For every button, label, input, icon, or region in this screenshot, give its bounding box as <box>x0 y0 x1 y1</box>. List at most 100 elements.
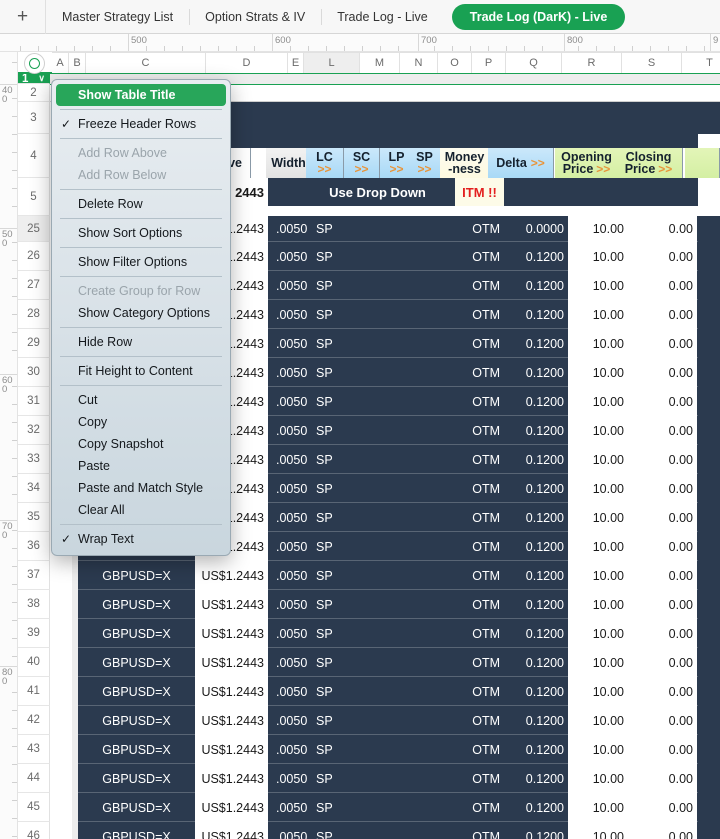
cell-symbol[interactable]: GBPUSD=X <box>78 735 195 764</box>
cell-opening-price[interactable]: 10.00 <box>568 532 628 561</box>
column-header-T[interactable]: T <box>682 52 720 73</box>
cell-symbol[interactable]: GBPUSD=X <box>78 561 195 590</box>
cell-closing-price[interactable]: 0.00 <box>628 300 697 329</box>
cell-sp[interactable] <box>420 735 455 764</box>
column-header-Q[interactable]: Q <box>506 52 562 73</box>
cell-delta[interactable]: 0.1200 <box>504 619 568 648</box>
menu-item-freeze-header-rows[interactable]: ✓ Freeze Header Rows <box>52 113 230 135</box>
column-header-R[interactable]: R <box>562 52 622 73</box>
sort-arrow-icon[interactable]: >> <box>354 163 368 175</box>
cell-tail[interactable] <box>697 271 720 300</box>
cell-sp[interactable] <box>420 648 455 677</box>
cell-width[interactable]: .0050 <box>272 387 312 416</box>
cell-legs[interactable]: SP <box>312 474 420 503</box>
row-header-44[interactable]: 44 <box>18 764 50 793</box>
cell-legs[interactable]: SP <box>312 271 420 300</box>
cell-width[interactable]: .0050 <box>272 474 312 503</box>
row-header-1[interactable]: 1 ∨ <box>18 74 50 85</box>
column-header-O[interactable]: O <box>438 52 472 73</box>
cell-legs[interactable]: SP <box>312 532 420 561</box>
cell-width[interactable]: .0050 <box>272 706 312 735</box>
cell-symbol[interactable]: GBPUSD=X <box>78 619 195 648</box>
cell-moneyness[interactable]: OTM <box>455 735 504 764</box>
cell-delta[interactable]: 0.1200 <box>504 387 568 416</box>
cell-tail[interactable] <box>697 300 720 329</box>
menu-item-show-sort-options[interactable]: Show Sort Options <box>52 222 230 244</box>
cell-delta[interactable]: 0.1200 <box>504 474 568 503</box>
menu-item-clear-all[interactable]: Clear All <box>52 499 230 521</box>
cell-delta[interactable]: 0.1200 <box>504 329 568 358</box>
row-context-menu[interactable]: Show Table Title ✓ Freeze Header Rows Add R… <box>51 79 231 556</box>
row-header-38[interactable]: 38 <box>18 590 50 619</box>
row-header-2[interactable]: 2 <box>18 84 50 102</box>
column-header-cell-sp[interactable]: SP >> <box>408 148 442 178</box>
cell-legs[interactable]: SP <box>312 329 420 358</box>
row-header-29[interactable]: 29 <box>18 329 50 358</box>
cell-width[interactable]: .0050 <box>272 503 312 532</box>
cell-legs[interactable]: SP <box>312 735 420 764</box>
cell-tail[interactable] <box>697 706 720 735</box>
cell-closing-price[interactable]: 0.00 <box>628 561 697 590</box>
cell-moneyness[interactable]: OTM <box>455 416 504 445</box>
cell-width[interactable]: .0050 <box>272 242 312 271</box>
row-header-46[interactable]: 46 <box>18 822 50 839</box>
cell-tail[interactable] <box>697 358 720 387</box>
cell-width[interactable]: .0050 <box>272 358 312 387</box>
sheet-tab-3[interactable]: Trade Log (DarK) - Live <box>451 3 626 30</box>
cell-width[interactable]: .0050 <box>272 764 312 793</box>
column-header-N[interactable]: N <box>400 52 438 73</box>
cell-opening-price[interactable]: 10.00 <box>568 358 628 387</box>
sheet-tab-1[interactable]: Option Strats & IV <box>189 4 321 30</box>
cell-opening-price[interactable]: 10.00 <box>568 590 628 619</box>
cell-width[interactable]: .0050 <box>272 648 312 677</box>
column-header-A[interactable]: A <box>52 52 69 73</box>
cell-delta[interactable]: 0.1200 <box>504 677 568 706</box>
column-header-cell-sc[interactable]: SC >> <box>344 148 380 178</box>
row-header-37[interactable]: 37 <box>18 561 50 590</box>
sheet-tab-0[interactable]: Master Strategy List <box>46 4 189 30</box>
cell-closing-price[interactable]: 0.00 <box>628 445 697 474</box>
cell-live-price[interactable]: US$1.2443 <box>195 648 268 677</box>
column-header-C[interactable]: C <box>86 52 206 73</box>
row-header-32[interactable]: 32 <box>18 416 50 445</box>
cell-tail[interactable] <box>697 329 720 358</box>
cell-moneyness[interactable]: OTM <box>455 532 504 561</box>
cell-tail[interactable] <box>697 822 720 839</box>
cell-closing-price[interactable]: 0.00 <box>628 329 697 358</box>
cell-moneyness[interactable]: OTM <box>455 561 504 590</box>
cell-tail[interactable] <box>697 242 720 271</box>
cell-delta[interactable]: 0.1200 <box>504 358 568 387</box>
row-header-39[interactable]: 39 <box>18 619 50 648</box>
cell-tail[interactable] <box>697 445 720 474</box>
row-header-33[interactable]: 33 <box>18 445 50 474</box>
cell-moneyness[interactable]: OTM <box>455 216 504 242</box>
cell-delta[interactable]: 0.1200 <box>504 416 568 445</box>
cell-legs[interactable]: SP <box>312 764 420 793</box>
cell-sp[interactable] <box>420 793 455 822</box>
row-header-42[interactable]: 42 <box>18 706 50 735</box>
cell-tail[interactable] <box>697 677 720 706</box>
chevron-down-icon[interactable]: ∨ <box>38 74 45 84</box>
cell-live-price[interactable]: US$1.2443 <box>195 793 268 822</box>
cell-opening-price[interactable]: 10.00 <box>568 561 628 590</box>
cell-legs[interactable]: SP <box>312 561 420 590</box>
cell-closing-price[interactable]: 0.00 <box>628 677 697 706</box>
cell-delta[interactable]: 0.1200 <box>504 242 568 271</box>
cell-sp[interactable] <box>420 764 455 793</box>
cell-sp[interactable] <box>420 271 455 300</box>
cell-tail[interactable] <box>697 764 720 793</box>
cell-moneyness[interactable]: OTM <box>455 706 504 735</box>
cell-legs[interactable]: SP <box>312 300 420 329</box>
row-header-36[interactable]: 36 <box>18 532 50 561</box>
table-handle-icon[interactable] <box>24 53 45 74</box>
cell-legs[interactable]: SP <box>312 358 420 387</box>
cell-closing-price[interactable]: 0.00 <box>628 793 697 822</box>
cell-width[interactable]: .0050 <box>272 735 312 764</box>
cell-moneyness[interactable]: OTM <box>455 300 504 329</box>
row-header-5[interactable]: 5 <box>18 178 50 216</box>
cell-width[interactable]: .0050 <box>272 619 312 648</box>
column-header-B[interactable]: B <box>69 52 86 73</box>
cell-opening-price[interactable]: 10.00 <box>568 677 628 706</box>
row-header-43[interactable]: 43 <box>18 735 50 764</box>
cell-tail[interactable] <box>697 619 720 648</box>
